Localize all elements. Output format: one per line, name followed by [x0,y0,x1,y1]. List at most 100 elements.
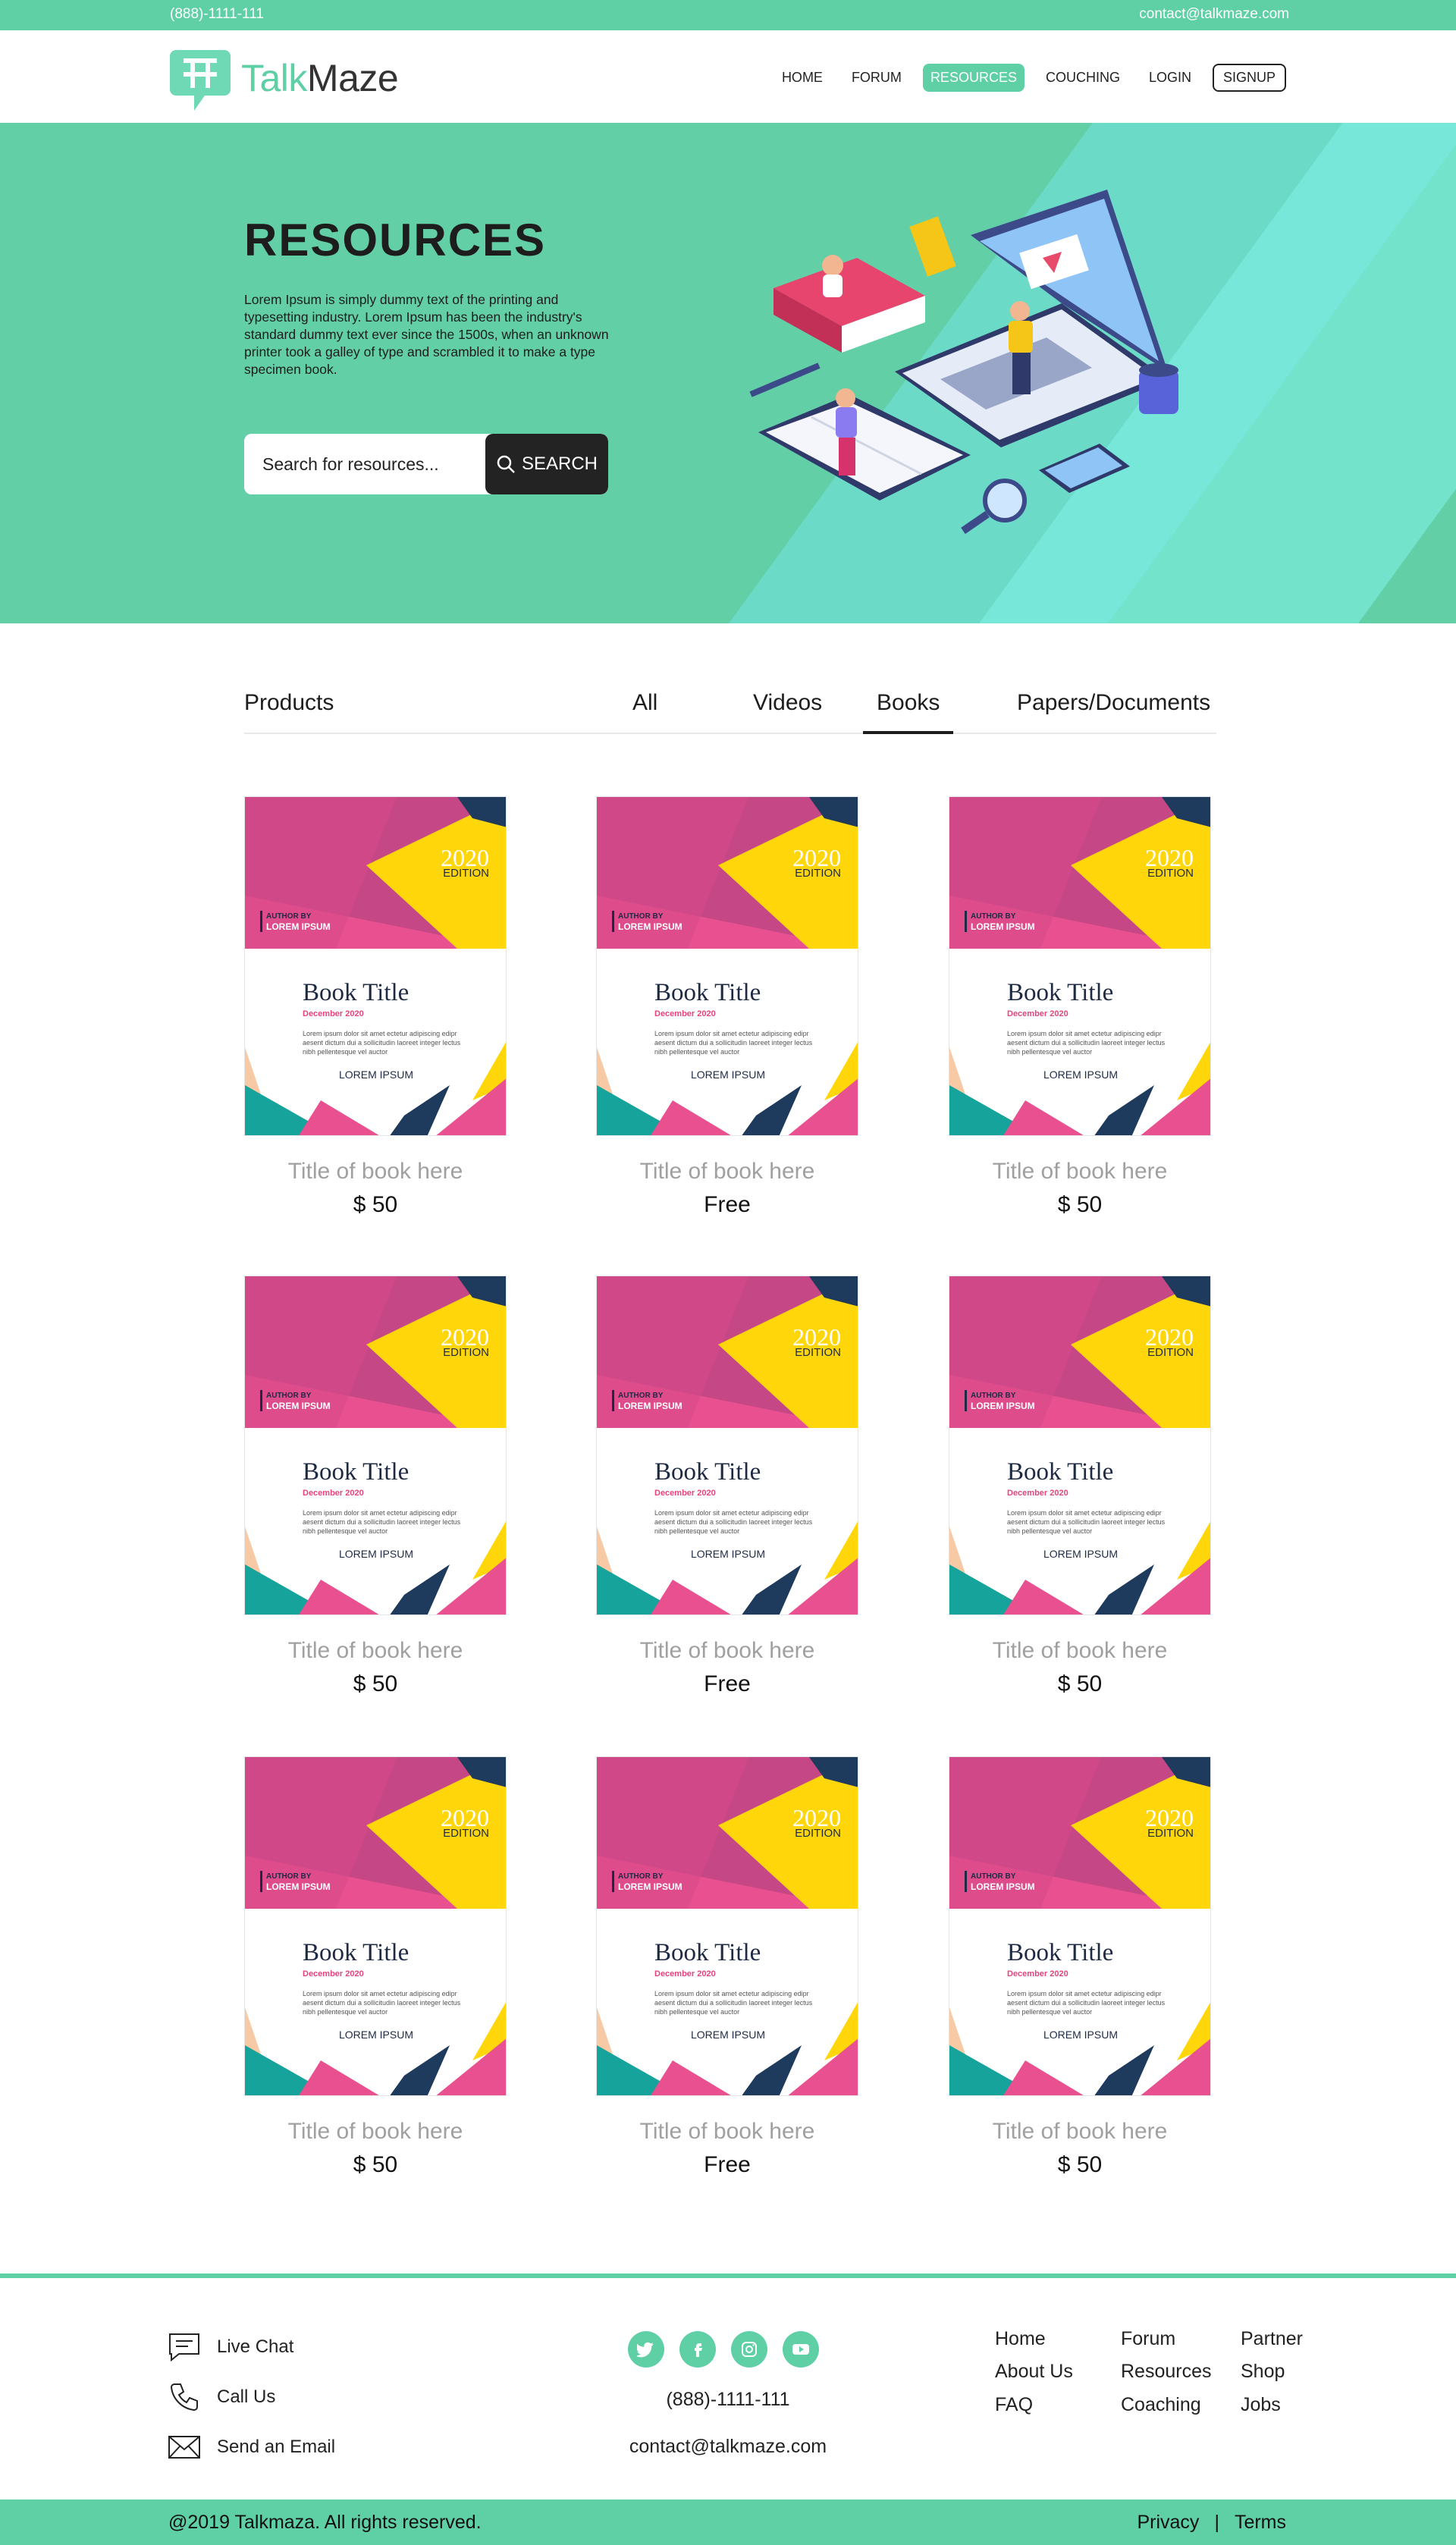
social-links [628,2331,819,2368]
cover-footer-author: LOREM IPSUM [338,1069,413,1081]
book-cover-image[interactable]: 2020 EDITION AUTHOR BY LOREM IPSUM Book … [596,1756,858,2096]
cover-body-text: Lorem ipsum dolor sit amet ectetur adipi… [654,1509,813,1535]
book-cover-image[interactable]: 2020 EDITION AUTHOR BY LOREM IPSUM Book … [244,796,507,1136]
cover-footer-author: LOREM IPSUM [690,1069,765,1081]
nav-couching[interactable]: COUCHING [1038,64,1128,92]
cover-author-name: LOREM IPSUM [618,921,682,932]
cover-edition: EDITION [1147,867,1194,880]
logo-word-talk: Talk [241,57,307,99]
cover-book-title: Book Title [303,1458,410,1486]
nav-signup-button[interactable]: SIGNUP [1212,64,1286,92]
tab-papers-documents[interactable]: Papers/Documents [1017,690,1210,734]
book-cover-image[interactable]: 2020 EDITION AUTHOR BY LOREM IPSUM Book … [244,1756,507,2096]
tab-all[interactable]: All [632,690,657,734]
youtube-icon[interactable] [783,2331,819,2368]
copyright-bar: @2019 Talkmaza. All rights reserved. Pri… [0,2499,1456,2545]
product-card[interactable]: 2020 EDITION AUTHOR BY LOREM IPSUM Book … [949,1276,1211,1697]
facebook-icon[interactable] [679,2331,716,2368]
footer-email[interactable]: contact@talkmaze.com [0,2436,1456,2458]
nav-login[interactable]: LOGIN [1141,64,1199,92]
book-cover-image[interactable]: 2020 EDITION AUTHOR BY LOREM IPSUM Book … [949,1756,1211,2096]
product-title[interactable]: Title of book here [596,1159,858,1185]
legal-separator: | [1214,2512,1219,2533]
product-title[interactable]: Title of book here [949,1638,1211,1664]
product-card[interactable]: 2020 EDITION AUTHOR BY LOREM IPSUM Book … [596,1276,858,1697]
product-card[interactable]: 2020 EDITION AUTHOR BY LOREM IPSUM Book … [596,1756,858,2178]
product-price: Free [704,1671,751,1696]
product-card[interactable]: 2020 EDITION AUTHOR BY LOREM IPSUM Book … [244,796,507,1218]
book-cover-image[interactable]: 2020 EDITION AUTHOR BY LOREM IPSUM Book … [596,796,858,1136]
hero-description: Lorem Ipsum is simply dummy text of the … [244,292,609,377]
tab-books[interactable]: Books [863,690,954,734]
product-title[interactable]: Title of book here [949,2119,1211,2145]
footer-link-home[interactable]: Home [995,2328,1046,2350]
tab-videos[interactable]: Videos [753,690,822,734]
product-title[interactable]: Title of book here [949,1159,1211,1185]
product-price: Free [704,2152,751,2177]
product-title[interactable]: Title of book here [596,2119,858,2145]
product-title[interactable]: Title of book here [596,1638,858,1664]
footer-link-jobs[interactable]: Jobs [1241,2394,1281,2416]
footer-link-faq[interactable]: FAQ [995,2394,1033,2416]
product-title[interactable]: Title of book here [244,1159,507,1185]
book-cover-image[interactable]: 2020 EDITION AUTHOR BY LOREM IPSUM Book … [949,796,1211,1136]
book-cover-image[interactable]: 2020 EDITION AUTHOR BY LOREM IPSUM Book … [596,1276,858,1615]
product-card[interactable]: 2020 EDITION AUTHOR BY LOREM IPSUM Book … [244,1756,507,2178]
logo-wordmark: TalkMaze [241,56,399,100]
product-price: $ 50 [353,1671,398,1696]
topbar-email[interactable]: contact@talkmaze.com [1139,6,1289,23]
main-nav: HOME FORUM RESOURCES COUCHING LOGIN SIGN… [774,64,1286,92]
topbar-phone[interactable]: (888)-1111-111 [170,6,264,23]
cover-edition: EDITION [1147,1346,1194,1359]
footer-link-forum[interactable]: Forum [1121,2328,1175,2350]
footer-link-coaching[interactable]: Coaching [1121,2394,1201,2416]
cover-edition: EDITION [795,1827,841,1840]
cover-body-text: Lorem ipsum dolor sit amet ectetur adipi… [1007,1030,1166,1056]
legal-links: Privacy | Terms [1137,2512,1286,2534]
nav-forum[interactable]: FORUM [844,64,909,92]
cover-author-name: LOREM IPSUM [618,1881,682,1892]
terms-link[interactable]: Terms [1235,2512,1286,2534]
live-chat-link[interactable]: Live Chat [167,2330,293,2365]
cover-author-name: LOREM IPSUM [266,921,331,932]
product-price: $ 50 [1057,1671,1103,1696]
search-input[interactable] [244,434,485,494]
twitter-icon[interactable] [628,2331,664,2368]
cover-author-bar [965,1871,967,1892]
logo-word-maze: Maze [306,57,399,99]
cover-body-text: Lorem ipsum dolor sit amet ectetur adipi… [1007,1509,1166,1535]
cover-author-by: AUTHOR BY [971,1872,1016,1881]
instagram-icon[interactable] [731,2331,767,2368]
cover-body-text: Lorem ipsum dolor sit amet ectetur adipi… [303,1030,461,1056]
talkmaze-logo[interactable]: TalkMaze [168,44,399,112]
product-title[interactable]: Title of book here [244,1638,507,1664]
product-card[interactable]: 2020 EDITION AUTHOR BY LOREM IPSUM Book … [949,1756,1211,2178]
book-cover-image[interactable]: 2020 EDITION AUTHOR BY LOREM IPSUM Book … [949,1276,1211,1615]
cover-edition: EDITION [795,867,841,880]
nav-resources[interactable]: RESOURCES [922,64,1025,92]
product-card[interactable]: 2020 EDITION AUTHOR BY LOREM IPSUM Book … [244,1276,507,1697]
book-cover-image[interactable]: 2020 EDITION AUTHOR BY LOREM IPSUM Book … [244,1276,507,1615]
privacy-link[interactable]: Privacy [1137,2512,1199,2534]
cover-footer-author: LOREM IPSUM [690,2029,765,2041]
product-card[interactable]: 2020 EDITION AUTHOR BY LOREM IPSUM Book … [596,796,858,1218]
copyright-text: @2019 Talkmaza. All rights reserved. [168,2512,482,2533]
footer-link-resources[interactable]: Resources [1121,2361,1212,2383]
nav-home[interactable]: HOME [774,64,830,92]
cover-author-by: AUTHOR BY [266,1392,312,1400]
cover-author-bar [260,911,262,932]
footer-link-about-us[interactable]: About Us [995,2361,1073,2383]
product-price: $ 50 [353,2152,398,2177]
footer-link-partner[interactable]: Partner [1241,2328,1303,2350]
product-card[interactable]: 2020 EDITION AUTHOR BY LOREM IPSUM Book … [949,796,1211,1218]
cover-body-text: Lorem ipsum dolor sit amet ectetur adipi… [303,1509,461,1535]
footer-link-shop[interactable]: Shop [1241,2361,1285,2383]
cover-author-bar [260,1871,262,1892]
cover-book-title: Book Title [303,1939,410,1966]
cover-date: December 2020 [654,1969,716,1979]
cover-footer-author: LOREM IPSUM [338,2029,413,2041]
search-button[interactable]: SEARCH [485,434,608,494]
cover-footer-author: LOREM IPSUM [690,1548,765,1560]
product-title[interactable]: Title of book here [244,2119,507,2145]
footer-phone[interactable]: (888)-1111-111 [0,2389,1456,2411]
